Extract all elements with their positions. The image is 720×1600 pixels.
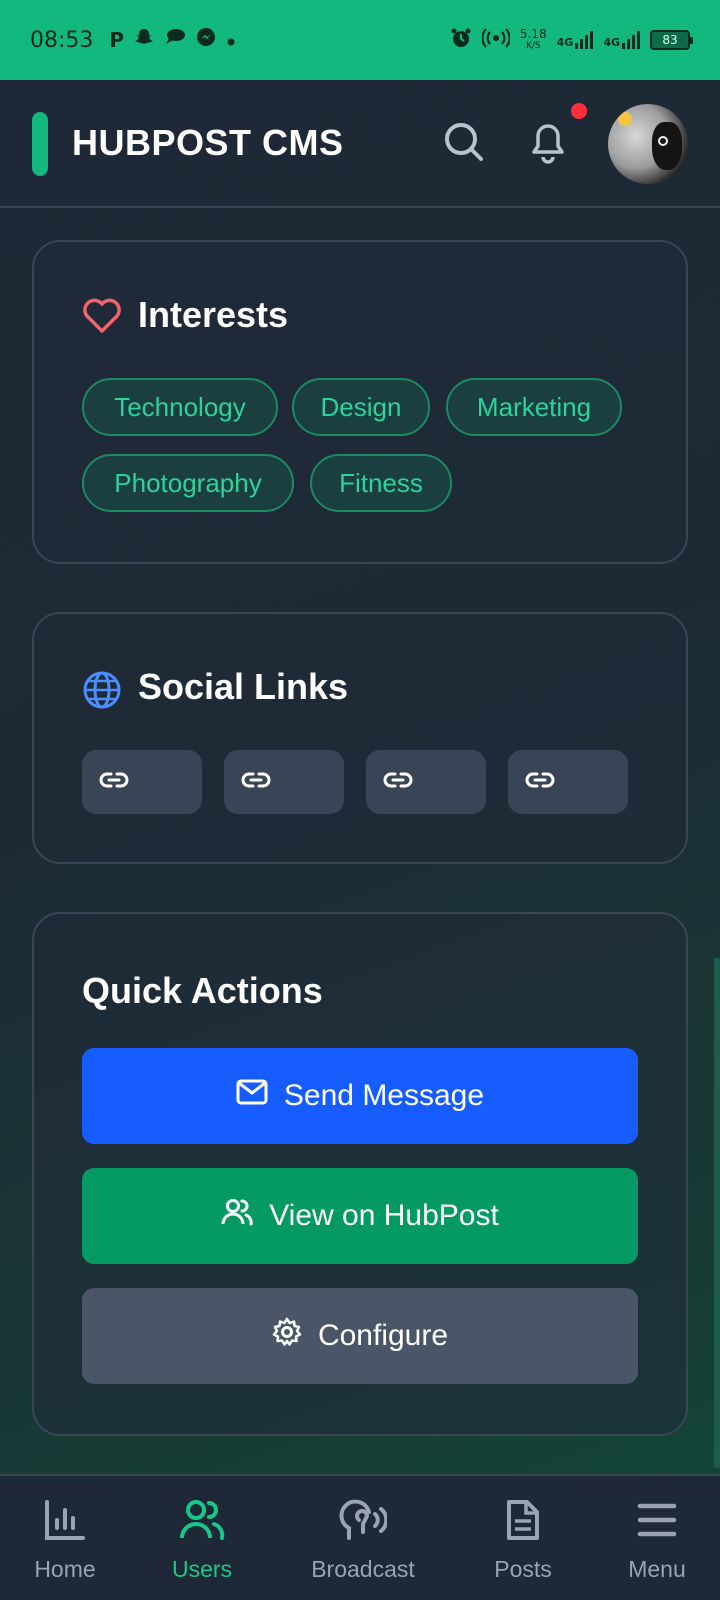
hamburger-icon [637, 1476, 677, 1546]
bottom-navigation: Home Users Broadcast Posts Menu [0, 1474, 720, 1600]
interest-tag-fitness[interactable]: Fitness [310, 454, 452, 512]
social-link-button-3[interactable] [366, 750, 486, 814]
social-links-card: Social Links [32, 612, 688, 864]
avatar-emoji [618, 112, 632, 126]
avatar-detail [658, 136, 668, 146]
dot-icon [226, 28, 236, 53]
bar-chart-icon [43, 1476, 87, 1546]
nav-home-label: Home [34, 1556, 96, 1582]
chat-icon [164, 27, 186, 53]
send-message-button[interactable]: Send Message [82, 1048, 638, 1144]
network-speed: 5.18 K/S [519, 27, 547, 51]
interest-tag-design[interactable]: Design [292, 378, 430, 436]
send-message-label: Send Message [283, 1079, 485, 1112]
heart-icon [82, 298, 122, 338]
notification-dot [571, 103, 587, 119]
avatar-silhouette [652, 122, 682, 170]
messenger-icon [196, 27, 216, 53]
configure-button[interactable]: Configure [82, 1288, 638, 1384]
users-icon [179, 1476, 225, 1546]
header-accent-bar [32, 112, 48, 176]
link-icon [524, 770, 556, 794]
alarm-icon [450, 27, 472, 53]
bell-icon[interactable] [526, 118, 570, 170]
interest-tag-photography[interactable]: Photography [82, 454, 294, 512]
nav-broadcast[interactable]: Broadcast [300, 1476, 426, 1600]
document-icon [503, 1476, 543, 1546]
avatar[interactable] [608, 104, 688, 184]
mail-icon [236, 1079, 268, 1113]
quick-actions-title: Quick Actions [82, 970, 323, 1011]
interest-tag-technology[interactable]: Technology [82, 378, 278, 436]
signal-icon-2: 4G [603, 31, 640, 49]
hotspot-icon [481, 27, 511, 53]
nav-home[interactable]: Home [20, 1476, 110, 1600]
link-icon [382, 770, 414, 794]
social-link-button-1[interactable] [82, 750, 202, 814]
status-bar: 08:53 P 5.18 K/S 4G 4G 83 [0, 0, 720, 80]
social-links-title: Social Links [138, 666, 349, 707]
status-time: 08:53 [30, 27, 94, 53]
interests-card: Interests Technology Design Marketing Ph… [32, 240, 688, 564]
nav-posts[interactable]: Posts [478, 1476, 568, 1600]
nav-posts-label: Posts [494, 1556, 552, 1582]
gear-icon [272, 1317, 302, 1355]
interest-tag-marketing[interactable]: Marketing [446, 378, 622, 436]
quick-actions-card: Quick Actions Send Message View on HubPo… [32, 912, 688, 1436]
search-icon[interactable] [440, 118, 488, 170]
interests-title: Interests [138, 294, 289, 335]
nav-broadcast-label: Broadcast [311, 1556, 415, 1582]
link-icon [240, 770, 272, 794]
globe-icon [82, 670, 122, 714]
app-title: HUBPOST CMS [72, 122, 344, 163]
nav-menu[interactable]: Menu [610, 1476, 704, 1600]
social-link-button-4[interactable] [508, 750, 628, 814]
scrollbar[interactable] [714, 958, 720, 1468]
users-icon [221, 1198, 253, 1234]
battery-icon: 83 [650, 30, 693, 50]
signal-icon-1: 4G [557, 31, 594, 49]
view-on-hubpost-button[interactable]: View on HubPost [82, 1168, 638, 1264]
nav-users-label: Users [171, 1556, 233, 1582]
p-notification-icon: P [109, 28, 125, 52]
social-link-button-2[interactable] [224, 750, 344, 814]
view-on-hubpost-label: View on HubPost [269, 1199, 499, 1232]
nav-menu-label: Menu [628, 1556, 686, 1582]
link-icon [98, 770, 130, 794]
app-header: HUBPOST CMS [0, 80, 720, 208]
nav-users[interactable]: Users [160, 1476, 244, 1600]
broadcast-icon [339, 1476, 389, 1546]
snapchat-icon [134, 27, 154, 53]
configure-label: Configure [317, 1319, 449, 1352]
